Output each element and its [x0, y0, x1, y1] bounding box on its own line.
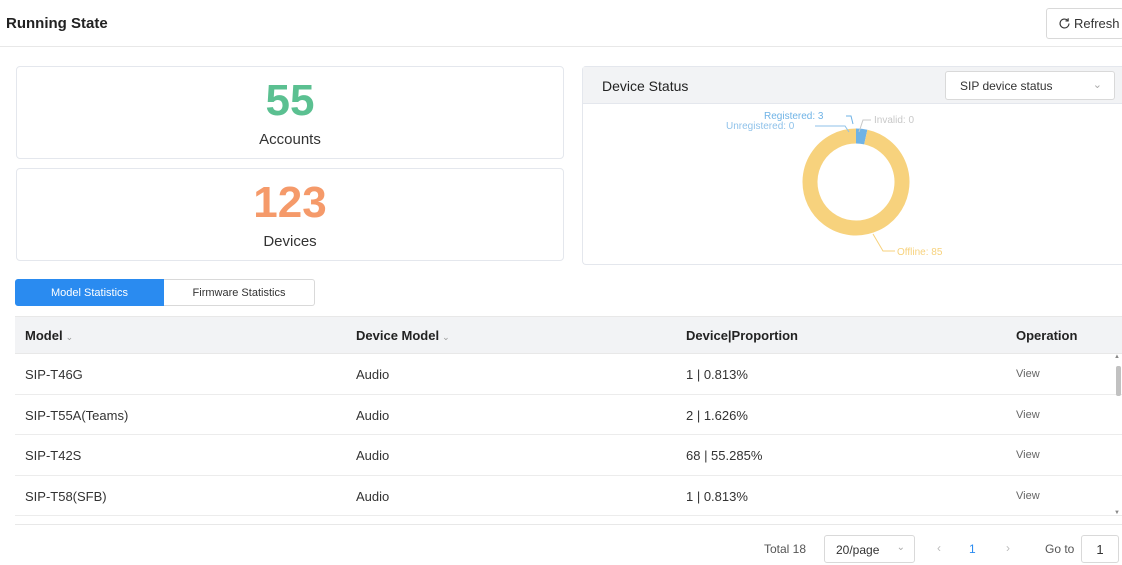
legend-offline: Offline: 85: [897, 247, 943, 258]
cell-device-model: Audio: [356, 367, 390, 382]
statistics-tabs: Model Statistics Firmware Statistics: [15, 279, 315, 306]
view-link[interactable]: View: [1016, 368, 1040, 380]
pagination-divider: [15, 524, 1122, 525]
view-link[interactable]: View: [1016, 490, 1040, 502]
tab-model-statistics[interactable]: Model Statistics: [15, 279, 164, 306]
page-number-current[interactable]: 1: [969, 542, 976, 556]
cell-device-model: Audio: [356, 448, 390, 463]
next-page-icon[interactable]: ›: [1006, 541, 1010, 555]
view-link[interactable]: View: [1016, 449, 1040, 461]
cell-proportion: 68 | 55.285%: [686, 448, 763, 463]
chevron-down-icon: ⌄: [896, 542, 905, 553]
cell-proportion: 1 | 0.813%: [686, 367, 748, 382]
column-header-device-model[interactable]: Device Model ⌄: [356, 328, 450, 343]
refresh-icon: [1059, 18, 1070, 29]
cell-device-model: Audio: [356, 407, 390, 423]
page-size-value: 20/page: [836, 543, 880, 557]
refresh-label: Refresh: [1074, 16, 1120, 31]
cell-model: SIP-T42S: [25, 448, 82, 463]
page-title: Running State: [6, 15, 108, 32]
cell-model: SIP-T58(SFB): [25, 488, 107, 504]
legend-invalid: Invalid: 0: [874, 115, 914, 126]
cell-device-model: Audio: [356, 488, 390, 504]
scroll-down-icon[interactable]: ▼: [1114, 510, 1120, 516]
accounts-label: Accounts: [259, 131, 321, 148]
device-status-title: Device Status: [602, 78, 689, 94]
offline-leader-line: [872, 233, 895, 252]
chevron-down-icon: ⌄: [442, 332, 450, 342]
tab-firmware-statistics[interactable]: Firmware Statistics: [164, 279, 315, 306]
page-size-select[interactable]: 20/page ⌄: [824, 535, 915, 563]
device-status-header: Device Status SIP device status ⌄: [583, 67, 1122, 104]
devices-label: Devices: [263, 233, 317, 250]
scroll-up-icon[interactable]: ▲: [1114, 354, 1120, 360]
column-header-proportion: Device|Proportion: [686, 328, 798, 343]
table-row: SIP-T55A(Teams) Audio 2 | 1.626% View: [15, 395, 1122, 435]
table-header-row: Model ⌄ Device Model ⌄ Device|Proportion O…: [15, 317, 1122, 354]
table-row: SIP-T58(SFB) Audio 1 | 0.813% View: [15, 476, 1122, 516]
refresh-button[interactable]: Refresh: [1046, 8, 1122, 39]
cell-proportion: 1 | 0.813%: [686, 488, 748, 504]
device-status-select[interactable]: SIP device status ⌄: [945, 71, 1115, 100]
chevron-down-icon: ⌄: [65, 332, 74, 342]
prev-page-icon[interactable]: ‹: [937, 541, 941, 555]
cell-model: SIP-T46G: [25, 367, 83, 382]
devices-card: 123 Devices: [16, 168, 564, 261]
donut-slice-offline: [802, 128, 910, 236]
device-status-panel: Device Status SIP device status ⌄ Regist…: [582, 66, 1122, 265]
cell-model: SIP-T55A(Teams): [25, 407, 129, 423]
device-status-donut-chart: Registered: 3 Unregistered: 0 Invalid: 0…: [726, 111, 943, 258]
device-status-select-value: SIP device status: [960, 79, 1053, 93]
goto-label: Go to: [1045, 542, 1075, 556]
donut-slice-registered: [855, 128, 868, 145]
scroll-thumb[interactable]: [1116, 366, 1121, 396]
table-scrollbar[interactable]: ▲ ▼: [1114, 354, 1122, 517]
column-header-model[interactable]: Model ⌄: [25, 328, 73, 343]
table-row: SIP-T46G Audio 1 | 0.813% View: [15, 354, 1122, 395]
legend-unregistered: Unregistered: 0: [726, 121, 795, 132]
table-row: SIP-T42S Audio 68 | 55.285% View: [15, 435, 1122, 476]
pagination-total: Total 18: [764, 542, 807, 556]
chevron-down-icon: ⌄: [1092, 79, 1102, 91]
model-statistics-table: Model ⌄ Device Model ⌄ Device|Proportion O…: [15, 316, 1122, 524]
registered-leader-line: [846, 115, 854, 125]
view-link[interactable]: View: [1016, 409, 1040, 421]
cell-proportion: 2 | 1.626%: [686, 407, 748, 423]
devices-count: 123: [253, 178, 327, 227]
column-header-operation: Operation: [1016, 328, 1078, 343]
accounts-card: 55 Accounts: [16, 66, 564, 159]
header: Running State Refresh: [0, 0, 1122, 47]
goto-page-input[interactable]: [1081, 535, 1119, 563]
accounts-count: 55: [265, 76, 315, 125]
